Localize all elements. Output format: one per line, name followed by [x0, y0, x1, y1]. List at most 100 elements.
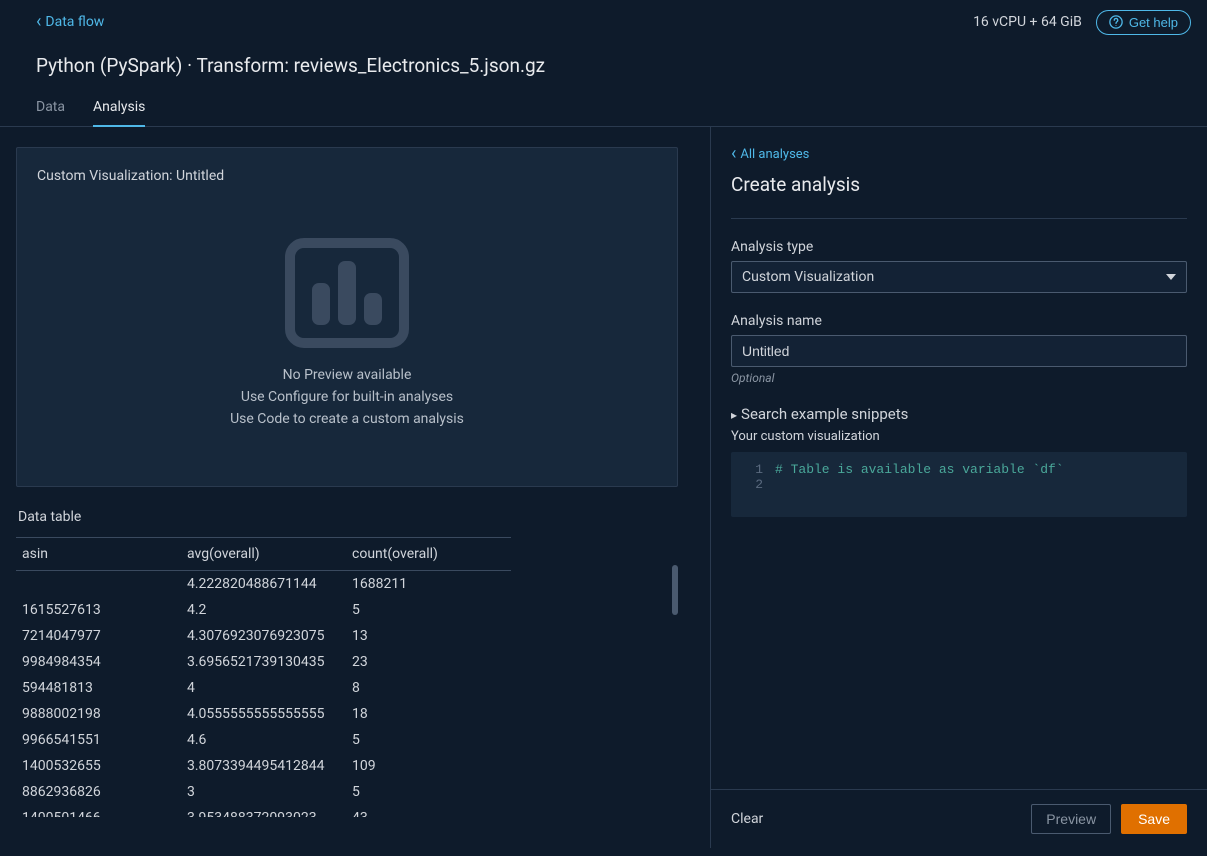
- back-label: Data flow: [45, 14, 104, 30]
- scrollbar-thumb[interactable]: [672, 565, 678, 615]
- help-icon: [1109, 15, 1123, 29]
- search-snippets-toggle[interactable]: Search example snippets: [731, 405, 1187, 423]
- col-asin[interactable]: asin: [16, 538, 181, 571]
- top-bar: Data flow 16 vCPU + 64 GiB Get help: [0, 0, 1207, 36]
- table-scrollbar[interactable]: [672, 565, 678, 645]
- table-row[interactable]: 99849843543.695652173913043523: [16, 649, 511, 675]
- table-cell: 5: [346, 727, 511, 753]
- save-button[interactable]: Save: [1121, 804, 1187, 834]
- table-cell: 1400532655: [16, 753, 181, 779]
- main-split: Custom Visualization: Untitled No Previe…: [0, 127, 1207, 848]
- table-cell: 5: [346, 597, 511, 623]
- table-row[interactable]: 99665415514.65: [16, 727, 511, 753]
- get-help-button[interactable]: Get help: [1096, 10, 1191, 35]
- code-line-1: 1 # Table is available as variable `df`: [743, 462, 1175, 477]
- table-row[interactable]: 16155276134.25: [16, 597, 511, 623]
- table-cell: 13: [346, 623, 511, 649]
- table-cell: 4.2: [181, 597, 346, 623]
- left-pane: Custom Visualization: Untitled No Previe…: [0, 127, 710, 848]
- right-content: All analyses Create analysis Analysis ty…: [711, 127, 1207, 789]
- preview-hint-1: Use Configure for built-in analyses: [241, 389, 453, 405]
- col-count[interactable]: count(overall): [346, 538, 511, 571]
- table-row[interactable]: 886293682635: [16, 779, 511, 805]
- col-avg[interactable]: avg(overall): [181, 538, 346, 571]
- create-analysis-title: Create analysis: [731, 173, 1187, 210]
- analysis-name-input[interactable]: [731, 335, 1187, 367]
- preview-title: Custom Visualization: Untitled: [37, 168, 657, 184]
- table-row[interactable]: 72140479774.307692307692307513: [16, 623, 511, 649]
- clear-button[interactable]: Clear: [731, 811, 763, 827]
- table-cell: 4: [181, 675, 346, 701]
- tab-data[interactable]: Data: [36, 99, 65, 126]
- analysis-type-value: Custom Visualization: [742, 269, 874, 285]
- all-analyses-link[interactable]: All analyses: [731, 145, 1187, 163]
- table-cell: 9984984354: [16, 649, 181, 675]
- data-table-wrapper: asin avg(overall) count(overall) 4.22282…: [16, 537, 678, 817]
- chevron-left-icon: [36, 13, 41, 31]
- preview-hint-2: Use Code to create a custom analysis: [230, 411, 464, 427]
- table-cell: 9966541551: [16, 727, 181, 753]
- code-editor[interactable]: 1 # Table is available as variable `df` …: [731, 452, 1187, 517]
- chevron-left-icon: [731, 145, 736, 163]
- table-cell: 1615527613: [16, 597, 181, 623]
- table-row[interactable]: 14005326553.8073394495412844109: [16, 753, 511, 779]
- code-line-2: 2: [743, 477, 1175, 492]
- table-cell: 109: [346, 753, 511, 779]
- table-cell: 4.0555555555555555: [181, 701, 346, 727]
- table-cell: 1688211: [346, 571, 511, 598]
- table-cell: [16, 571, 181, 598]
- all-analyses-label: All analyses: [740, 147, 809, 162]
- table-header-row: asin avg(overall) count(overall): [16, 538, 511, 571]
- preview-button[interactable]: Preview: [1031, 804, 1111, 834]
- bar-chart-placeholder-icon: [282, 233, 412, 353]
- table-cell: 23: [346, 649, 511, 675]
- page-title: Python (PySpark) · Transform: reviews_El…: [0, 36, 1207, 77]
- footer-buttons: Preview Save: [1031, 804, 1187, 834]
- optional-hint: Optional: [731, 371, 1187, 385]
- snippets-label: Search example snippets: [741, 405, 908, 423]
- data-table-heading: Data table: [18, 509, 678, 525]
- table-row[interactable]: 59448181348: [16, 675, 511, 701]
- table-cell: 4.3076923076923075: [181, 623, 346, 649]
- no-preview-text: No Preview available: [283, 367, 412, 383]
- tab-analysis[interactable]: Analysis: [93, 99, 145, 127]
- table-row[interactable]: 14005014663.95348837209302343: [16, 805, 511, 817]
- line-number: 2: [743, 477, 763, 492]
- top-right-group: 16 vCPU + 64 GiB Get help: [973, 10, 1191, 35]
- help-label: Get help: [1129, 15, 1178, 30]
- table-cell: 8: [346, 675, 511, 701]
- table-cell: 5: [346, 779, 511, 805]
- caret-right-icon: [731, 405, 737, 423]
- table-cell: 594481813: [16, 675, 181, 701]
- table-cell: 3.953488372093023: [181, 805, 346, 817]
- table-cell: 4.6: [181, 727, 346, 753]
- data-table: asin avg(overall) count(overall) 4.22282…: [16, 537, 511, 817]
- chevron-down-icon: [1166, 274, 1176, 280]
- divider: [731, 218, 1187, 219]
- table-cell: 8862936826: [16, 779, 181, 805]
- table-cell: 18: [346, 701, 511, 727]
- preview-body: No Preview available Use Configure for b…: [37, 194, 657, 466]
- table-cell: 4.222820488671144: [181, 571, 346, 598]
- right-pane: All analyses Create analysis Analysis ty…: [710, 127, 1207, 848]
- table-row[interactable]: 98880021984.055555555555555518: [16, 701, 511, 727]
- right-footer: Clear Preview Save: [711, 789, 1207, 848]
- code-text: # Table is available as variable `df`: [775, 462, 1064, 477]
- analysis-type-label: Analysis type: [731, 239, 1187, 255]
- table-cell: 3: [181, 779, 346, 805]
- table-row[interactable]: 4.2228204886711441688211: [16, 571, 511, 598]
- back-to-data-flow-link[interactable]: Data flow: [36, 13, 104, 31]
- table-cell: 1400501466: [16, 805, 181, 817]
- resource-label: 16 vCPU + 64 GiB: [973, 14, 1082, 30]
- line-number: 1: [743, 462, 763, 477]
- analysis-name-label: Analysis name: [731, 313, 1187, 329]
- table-cell: 3.6956521739130435: [181, 649, 346, 675]
- tab-bar: Data Analysis: [0, 77, 1207, 127]
- table-cell: 9888002198: [16, 701, 181, 727]
- custom-viz-label: Your custom visualization: [731, 429, 1187, 444]
- table-cell: 3.8073394495412844: [181, 753, 346, 779]
- analysis-type-select[interactable]: Custom Visualization: [731, 261, 1187, 293]
- table-cell: 43: [346, 805, 511, 817]
- table-cell: 7214047977: [16, 623, 181, 649]
- preview-card: Custom Visualization: Untitled No Previe…: [16, 147, 678, 487]
